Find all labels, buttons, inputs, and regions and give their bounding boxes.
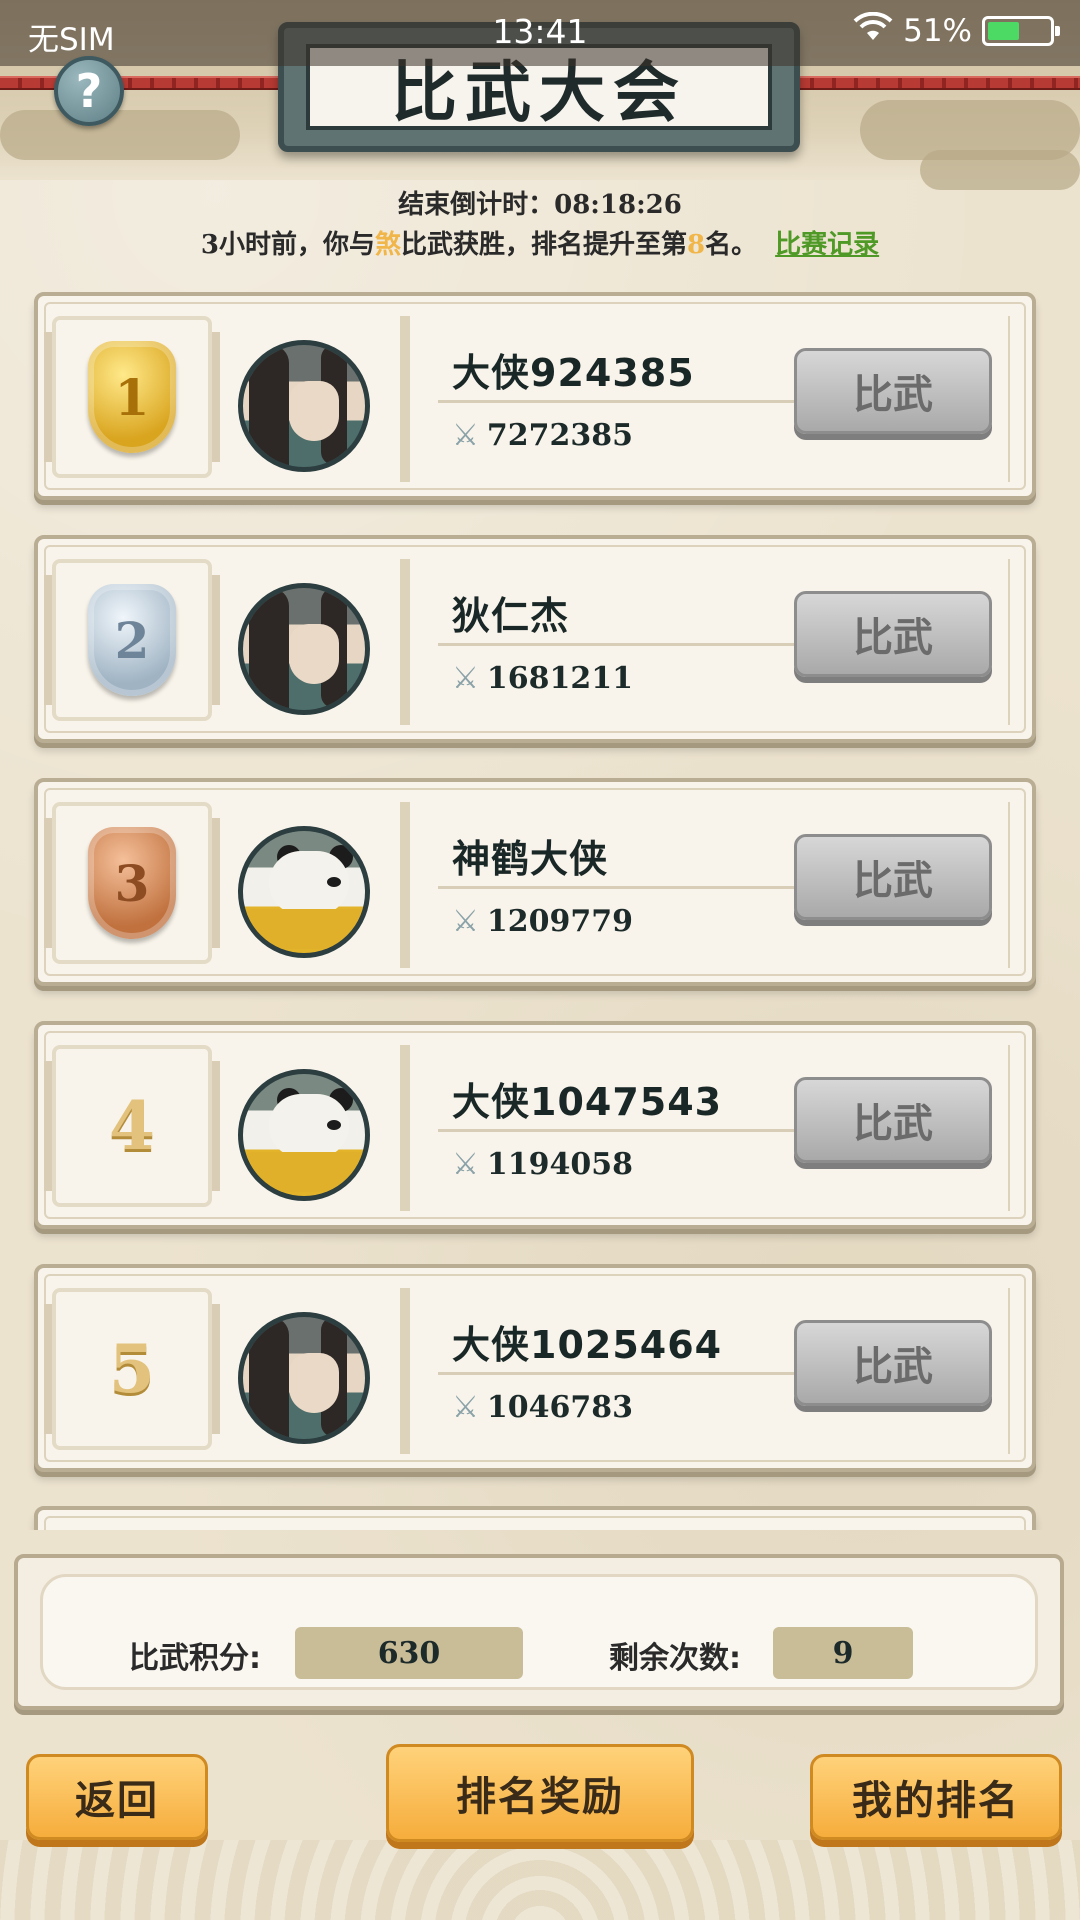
- challenge-button[interactable]: 比武: [794, 348, 992, 434]
- rank-badge: 3: [44, 802, 220, 964]
- combat-power: ⚔ 1046783: [452, 1390, 633, 1425]
- rank-rewards-button[interactable]: 排名奖励: [386, 1744, 694, 1842]
- crossed-swords-icon: ⚔: [452, 418, 479, 453]
- player-name: 大侠1025464: [452, 1323, 723, 1367]
- combat-power: ⚔ 1194058: [452, 1147, 633, 1182]
- silver-medal-icon: 2: [88, 584, 176, 696]
- combat-power: ⚔ 7272385: [452, 418, 633, 453]
- power-value: 1209779: [486, 904, 634, 939]
- remaining-value: 9: [773, 1627, 913, 1679]
- challenge-button[interactable]: 比武: [794, 1320, 992, 1406]
- avatar: [238, 1069, 370, 1201]
- points-label: 比武积分:: [129, 1641, 261, 1676]
- player-name: 狄仁杰: [452, 594, 570, 638]
- rank-badge: 5: [44, 1288, 220, 1450]
- avatar: [238, 1312, 370, 1444]
- combat-power: ⚔ 1681211: [452, 661, 633, 696]
- my-rank-button[interactable]: 我的排名: [810, 1754, 1062, 1840]
- rank-number: 2: [114, 610, 150, 670]
- power-value: 7272385: [486, 418, 634, 453]
- challenge-button[interactable]: 比武: [794, 1077, 992, 1163]
- crossed-swords-icon: ⚔: [452, 904, 479, 939]
- rank-badge: 4: [44, 1045, 220, 1207]
- points-value: 630: [295, 1627, 523, 1679]
- avatar: [238, 826, 370, 958]
- ranking-card: 4 大侠1047543 ⚔ 1194058 比武: [34, 1021, 1036, 1229]
- power-value: 1194058: [486, 1147, 634, 1182]
- power-value: 1681211: [486, 661, 634, 696]
- power-value: 1046783: [486, 1390, 634, 1425]
- avatar: [238, 340, 370, 472]
- challenge-button[interactable]: 比武: [794, 591, 992, 677]
- crossed-swords-icon: ⚔: [452, 661, 479, 696]
- crossed-swords-icon: ⚔: [452, 1390, 479, 1425]
- crossed-swords-icon: ⚔: [452, 1147, 479, 1182]
- bronze-medal-icon: 3: [88, 827, 176, 939]
- rank-number: 5: [109, 1330, 155, 1408]
- ranking-card-partial: [34, 1506, 1036, 1530]
- stats-panel: 比武积分: 630 剩余次数: 9: [14, 1554, 1064, 1710]
- ranking-card: 1 大侠924385 ⚔ 7272385 比武: [34, 292, 1036, 500]
- player-name: 大侠924385: [452, 351, 695, 395]
- player-name: 神鹤大侠: [452, 837, 609, 881]
- rank-number: 4: [109, 1087, 155, 1165]
- ranking-list[interactable]: 1 大侠924385 ⚔ 7272385 比武 2 狄仁杰 ⚔ 1681211 …: [0, 0, 1080, 1530]
- gold-medal-icon: 1: [88, 341, 176, 453]
- ranking-card: 3 神鹤大侠 ⚔ 1209779 比武: [34, 778, 1036, 986]
- player-name: 大侠1047543: [452, 1080, 723, 1124]
- rank-number: 3: [114, 853, 150, 913]
- wave-decoration: [0, 1840, 1080, 1920]
- rank-badge: 2: [44, 559, 220, 721]
- back-button[interactable]: 返回: [26, 1754, 208, 1840]
- challenge-button[interactable]: 比武: [794, 834, 992, 920]
- ranking-card: 5 大侠1025464 ⚔ 1046783 比武: [34, 1264, 1036, 1472]
- remaining-label: 剩余次数:: [609, 1641, 741, 1676]
- combat-power: ⚔ 1209779: [452, 904, 633, 939]
- avatar: [238, 583, 370, 715]
- rank-badge: 1: [44, 316, 220, 478]
- ranking-card: 2 狄仁杰 ⚔ 1681211 比武: [34, 535, 1036, 743]
- rank-number: 1: [114, 367, 150, 427]
